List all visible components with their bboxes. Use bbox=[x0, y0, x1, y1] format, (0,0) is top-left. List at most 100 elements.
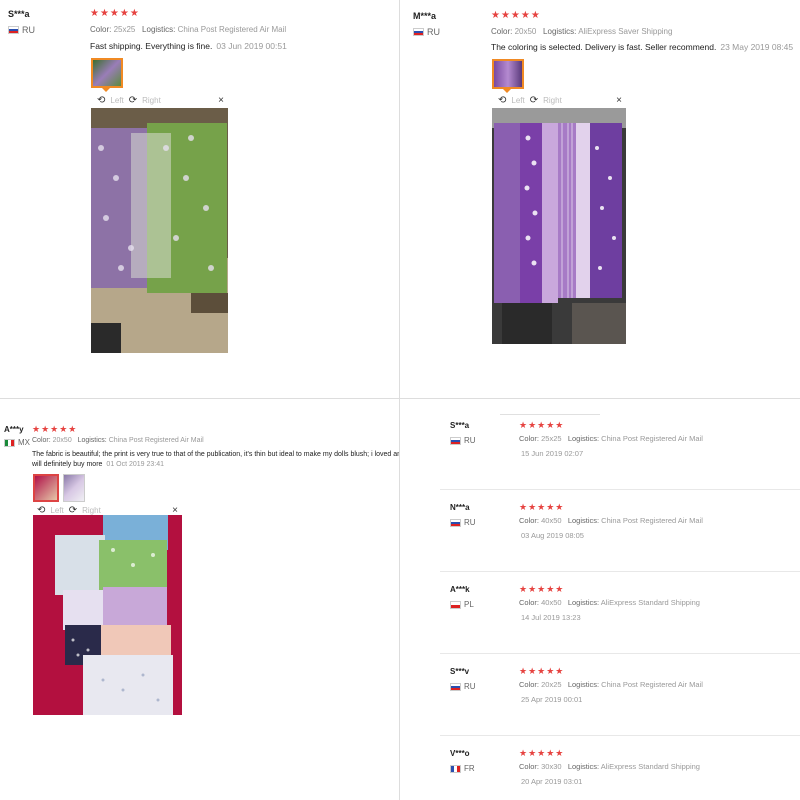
thumbnail-pointer bbox=[503, 89, 511, 93]
reviewer-country: FR bbox=[450, 764, 475, 773]
rotate-left-icon[interactable]: ⟲ bbox=[97, 95, 105, 106]
country-code: MX bbox=[18, 438, 30, 447]
rotate-right-label[interactable]: Right bbox=[82, 506, 101, 515]
logistics-value: AliExpress Standard Shipping bbox=[600, 598, 700, 607]
color-label: Color: bbox=[32, 437, 51, 444]
fabric-photo-graphic bbox=[492, 108, 626, 344]
star-rating: ★★★★★ bbox=[519, 666, 565, 676]
reviewer-name: M***a bbox=[413, 11, 437, 21]
logistics-value: China Post Registered Air Mail bbox=[177, 25, 287, 34]
color-value: 20x25 bbox=[541, 680, 562, 689]
photo-thumbnail-2[interactable] bbox=[63, 474, 85, 502]
row-divider bbox=[440, 735, 800, 736]
logistics-value: China Post Registered Air Mail bbox=[601, 516, 703, 525]
reviewer-country: RU bbox=[413, 27, 440, 37]
flag-icon bbox=[450, 682, 461, 691]
close-icon[interactable]: × bbox=[218, 95, 224, 106]
logistics-value: China Post Registered Air Mail bbox=[601, 434, 703, 443]
review-photo bbox=[492, 108, 626, 344]
review-date: 03 Jun 2019 00:51 bbox=[216, 41, 287, 51]
order-info: Color: 25x25 Logistics: China Post Regis… bbox=[90, 25, 286, 34]
review-photo bbox=[33, 515, 182, 715]
country-code: RU bbox=[464, 436, 476, 445]
photo-thumbnail-1[interactable] bbox=[33, 474, 59, 502]
logistics-label: Logistics: bbox=[567, 516, 600, 525]
country-code: RU bbox=[464, 518, 476, 527]
reviewer-country: MX bbox=[4, 438, 30, 447]
color-label: Color: bbox=[519, 680, 540, 689]
review-text: The fabric is beautiful; the print is ve… bbox=[32, 450, 399, 470]
reviewer-name: S***a bbox=[8, 9, 30, 19]
logistics-value: China Post Registered Air Mail bbox=[108, 437, 204, 444]
photo-thumbnail[interactable] bbox=[91, 58, 123, 88]
photo-toolbar: ⟲ Left ⟳ Right × bbox=[492, 94, 626, 107]
color-label: Color: bbox=[519, 598, 540, 607]
order-info: Color: 30x30 Logistics: AliExpress Stand… bbox=[519, 762, 700, 771]
rotate-right-label[interactable]: Right bbox=[142, 96, 161, 105]
review-date: 23 May 2019 08:45 bbox=[720, 42, 794, 52]
row-divider bbox=[440, 489, 800, 490]
order-info: Color: 25x25 Logistics: China Post Regis… bbox=[519, 434, 703, 443]
review-date: 14 Jul 2019 13:23 bbox=[521, 613, 581, 622]
review-panel-2: M***a RU ★★★★★ Color: 20x50 Logistics: A… bbox=[400, 0, 800, 398]
star-rating: ★★★★★ bbox=[32, 424, 78, 434]
rotate-left-label[interactable]: Left bbox=[50, 506, 63, 515]
star-rating: ★★★★★ bbox=[519, 420, 565, 430]
order-info: Color: 40x50 Logistics: AliExpress Stand… bbox=[519, 598, 700, 607]
review-date: 20 Apr 2019 03:01 bbox=[521, 777, 583, 786]
review-text: Fast shipping. Everything is fine. 03 Jun… bbox=[90, 41, 390, 52]
review-body: The fabric is beautiful; the print is ve… bbox=[32, 451, 399, 468]
flag-icon bbox=[450, 600, 461, 609]
flag-icon bbox=[450, 764, 461, 773]
logistics-label: Logistics: bbox=[543, 27, 577, 36]
star-rating: ★★★★★ bbox=[519, 584, 565, 594]
star-rating: ★★★★★ bbox=[90, 8, 140, 19]
rotate-left-label[interactable]: Left bbox=[110, 96, 123, 105]
list-top-border bbox=[500, 414, 600, 415]
color-label: Color: bbox=[90, 25, 112, 34]
color-label: Color: bbox=[519, 516, 540, 525]
color-value: 20x50 bbox=[52, 437, 72, 444]
review-date: 01 Oct 2019 23:41 bbox=[106, 461, 165, 468]
rotate-right-icon[interactable]: ⟳ bbox=[530, 95, 538, 106]
flag-icon bbox=[450, 436, 461, 445]
reviewer-country: RU bbox=[450, 436, 476, 445]
rotate-left-label[interactable]: Left bbox=[511, 96, 524, 105]
rotate-left-icon[interactable]: ⟲ bbox=[498, 95, 506, 106]
order-info: Color: 20x25 Logistics: China Post Regis… bbox=[519, 680, 703, 689]
color-label: Color: bbox=[519, 434, 540, 443]
review-body: Fast shipping. Everything is fine. bbox=[90, 41, 213, 51]
review-photo bbox=[91, 108, 228, 353]
close-icon[interactable]: × bbox=[616, 95, 622, 106]
logistics-label: Logistics: bbox=[142, 25, 176, 34]
flag-icon bbox=[8, 26, 19, 34]
review-panel-4: S***a RU ★★★★★ Color: 25x25 Logistics: C… bbox=[400, 399, 800, 800]
reviewer-name: V***o bbox=[450, 749, 470, 758]
reviewer-name: S***a bbox=[450, 421, 470, 430]
country-code: FR bbox=[464, 764, 475, 773]
row-divider bbox=[440, 571, 800, 572]
color-label: Color: bbox=[519, 762, 540, 771]
order-info: Color: 40x50 Logistics: China Post Regis… bbox=[519, 516, 703, 525]
rotate-right-icon[interactable]: ⟳ bbox=[129, 95, 137, 106]
review-text: The coloring is selected. Delivery is fa… bbox=[491, 42, 796, 53]
flag-icon bbox=[450, 518, 461, 527]
photo-thumbnail[interactable] bbox=[492, 59, 524, 89]
color-value: 25x25 bbox=[113, 25, 136, 34]
reviewer-country: RU bbox=[450, 682, 476, 691]
reviewer-country: PL bbox=[450, 600, 474, 609]
thumbnail-pointer bbox=[102, 88, 110, 92]
country-code: RU bbox=[427, 27, 440, 37]
logistics-value: AliExpress Standard Shipping bbox=[600, 762, 700, 771]
reviewer-name: A***y bbox=[4, 425, 24, 434]
color-label: Color: bbox=[491, 27, 513, 36]
rotate-right-label[interactable]: Right bbox=[543, 96, 562, 105]
reviewer-country: RU bbox=[8, 25, 35, 35]
country-code: RU bbox=[464, 682, 476, 691]
logistics-value: AliExpress Saver Shipping bbox=[578, 27, 673, 36]
color-value: 40x50 bbox=[541, 516, 562, 525]
country-code: RU bbox=[22, 25, 35, 35]
logistics-label: Logistics: bbox=[567, 762, 600, 771]
logistics-label: Logistics: bbox=[77, 437, 107, 444]
review-date: 03 Aug 2019 08:05 bbox=[521, 531, 584, 540]
